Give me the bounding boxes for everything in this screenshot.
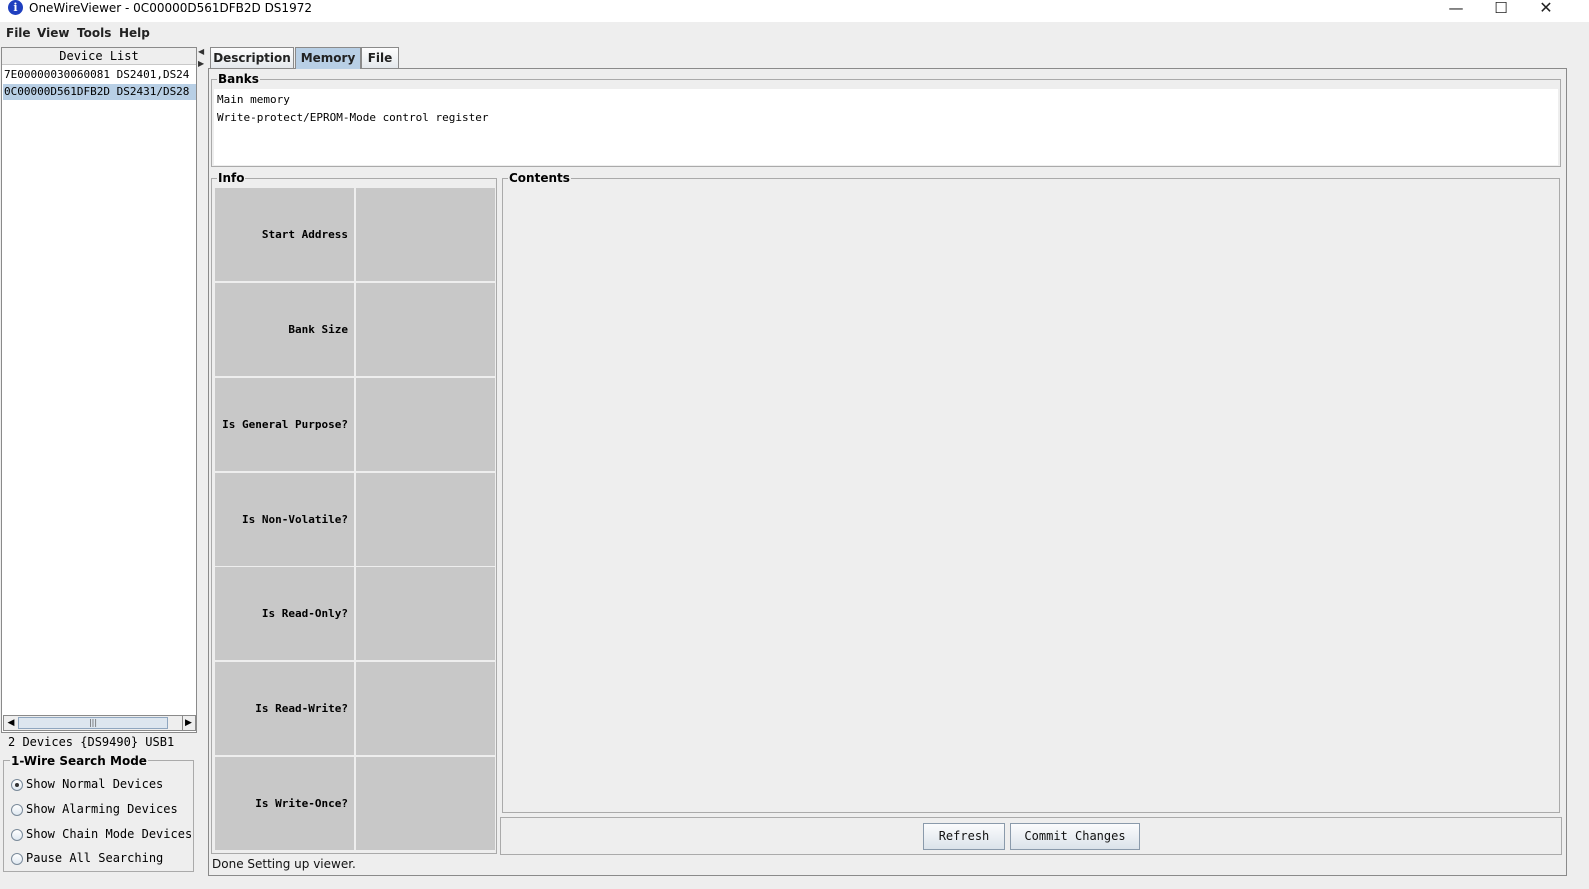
- radio-show-normal-devices[interactable]: Show Normal Devices: [11, 776, 163, 792]
- menu-view[interactable]: View: [37, 26, 69, 40]
- menu-file[interactable]: File: [6, 26, 31, 40]
- info-value-general-purpose: [356, 378, 495, 471]
- contents-group: Contents: [502, 171, 1560, 813]
- info-label-write-once: Is Write-Once?: [215, 757, 354, 850]
- minimize-button[interactable]: —: [1433, 0, 1479, 22]
- left-panel: Device List 7E00000030060081 DS2401,DS24…: [0, 45, 198, 876]
- maximize-button[interactable]: ☐: [1478, 0, 1524, 22]
- collapse-left-icon[interactable]: ◀: [198, 47, 204, 56]
- device-list: Device List 7E00000030060081 DS2401,DS24…: [1, 47, 197, 733]
- device-list-item-selected[interactable]: 0C00000D561DFB2D DS2431/DS28: [3, 84, 196, 100]
- radio-label: Show Normal Devices: [26, 777, 164, 791]
- info-label-read-write: Is Read-Write?: [215, 662, 354, 755]
- info-value-non-volatile: [356, 473, 495, 566]
- info-label-text: Bank Size: [288, 323, 348, 336]
- info-label-bank-size: Bank Size: [215, 283, 354, 376]
- commit-changes-button[interactable]: Commit Changes: [1010, 823, 1140, 850]
- bank-item-main-memory[interactable]: Main memory: [217, 93, 290, 106]
- radio-show-chain-mode-devices[interactable]: Show Chain Mode Devices: [11, 826, 192, 842]
- close-button[interactable]: ✕: [1523, 0, 1569, 22]
- banks-group: Banks Main memory Write-protect/EPROM-Mo…: [211, 72, 1561, 167]
- info-icon: i: [8, 0, 23, 15]
- info-label-text: Is Read-Write?: [255, 702, 348, 715]
- scrollbar-thumb[interactable]: |||: [18, 717, 168, 729]
- menu-tools[interactable]: Tools: [77, 26, 111, 40]
- split-pane-divider[interactable]: ◀ ▶: [198, 45, 206, 876]
- bank-item-write-protect[interactable]: Write-protect/EPROM-Mode control registe…: [217, 111, 489, 124]
- banks-list: Main memory Write-protect/EPROM-Mode con…: [214, 89, 1558, 165]
- horizontal-scrollbar[interactable]: ◀ ||| ▶: [3, 715, 196, 731]
- status-message: Done Setting up viewer.: [212, 857, 356, 871]
- info-value-read-write: [356, 662, 495, 755]
- expand-right-icon[interactable]: ▶: [198, 59, 204, 68]
- radio-selected-icon[interactable]: [11, 778, 23, 791]
- radio-pause-all-searching[interactable]: Pause All Searching: [11, 850, 163, 866]
- info-label-non-volatile: Is Non-Volatile?: [215, 473, 354, 566]
- scroll-left-icon[interactable]: ◀: [5, 716, 17, 730]
- radio-label: Show Alarming Devices: [26, 802, 178, 816]
- radio-icon[interactable]: [11, 852, 23, 865]
- radio-label: Show Chain Mode Devices: [26, 827, 193, 841]
- device-count-status: 2 Devices {DS9490} USB1: [8, 735, 175, 749]
- banks-title: Banks: [217, 72, 260, 86]
- info-label-text: Is Non-Volatile?: [242, 513, 348, 526]
- info-title: Info: [217, 171, 246, 185]
- info-label-text: Start Address: [261, 228, 348, 241]
- info-label-text: Is Read-Only?: [261, 607, 348, 620]
- info-value-start-address: [356, 188, 495, 281]
- search-mode-group: 1-Wire Search Mode Show Normal Devices S…: [3, 754, 194, 872]
- info-label-read-only: Is Read-Only?: [215, 567, 354, 660]
- scroll-right-icon[interactable]: ▶: [182, 716, 194, 730]
- tab-file[interactable]: File: [361, 47, 399, 68]
- button-bar: Refresh Commit Changes: [500, 817, 1562, 855]
- info-group: Info Start Address Bank Size Is General …: [211, 171, 497, 854]
- tab-description[interactable]: Description: [210, 47, 294, 68]
- menu-bar: File View Tools Help: [0, 22, 1589, 44]
- contents-title: Contents: [508, 171, 571, 185]
- info-value-write-once: [356, 757, 495, 850]
- info-value-read-only: [356, 567, 495, 660]
- menu-help[interactable]: Help: [119, 26, 150, 40]
- info-label-general-purpose: Is General Purpose?: [215, 378, 354, 471]
- refresh-button[interactable]: Refresh: [923, 823, 1005, 850]
- radio-icon[interactable]: [11, 828, 23, 841]
- info-label-start-address: Start Address: [215, 188, 354, 281]
- search-mode-title: 1-Wire Search Mode: [10, 754, 148, 768]
- info-label-text: Is General Purpose?: [222, 418, 348, 431]
- info-label-text: Is Write-Once?: [255, 797, 348, 810]
- tab-memory[interactable]: Memory: [295, 47, 361, 69]
- info-value-bank-size: [356, 283, 495, 376]
- device-list-item[interactable]: 7E00000030060081 DS2401,DS24: [3, 67, 196, 83]
- radio-label: Pause All Searching: [26, 851, 164, 865]
- title-bar: i OneWireViewer - 0C00000D561DFB2D DS197…: [0, 0, 1589, 22]
- radio-show-alarming-devices[interactable]: Show Alarming Devices: [11, 801, 178, 817]
- window-title: OneWireViewer - 0C00000D561DFB2D DS1972: [29, 1, 312, 15]
- radio-icon[interactable]: [11, 803, 23, 816]
- device-list-header: Device List: [2, 48, 196, 65]
